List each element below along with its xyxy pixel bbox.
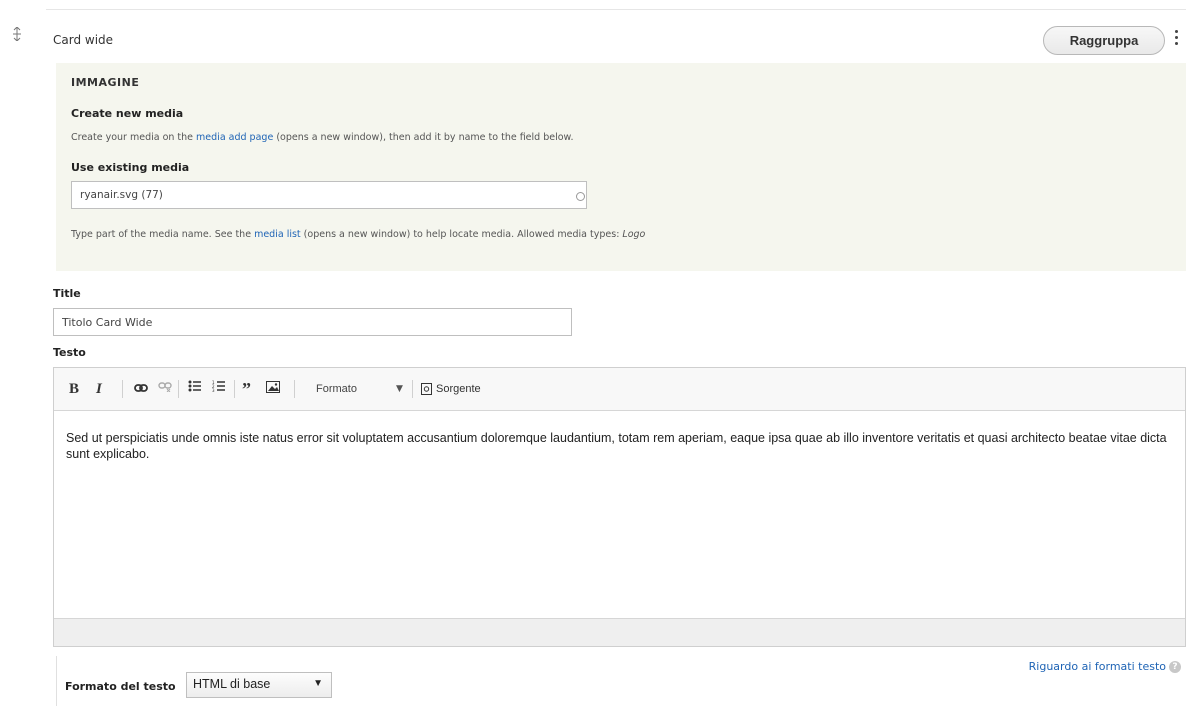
chevron-down-icon: ▼ (313, 678, 323, 689)
title-field-label: Title (53, 287, 81, 300)
more-actions-icon[interactable] (1172, 28, 1180, 50)
image-icon[interactable] (266, 381, 280, 399)
media-help-prefix: Type part of the media name. See the (71, 229, 255, 240)
text-format-help[interactable]: Riguardo ai formati testo ? (1029, 660, 1181, 673)
create-desc-suffix: (opens a new window), then add it by nam… (273, 132, 574, 143)
top-divider (46, 9, 1186, 10)
media-heading: IMMAGINE (71, 76, 140, 89)
text-format-label: Formato del testo (65, 680, 176, 693)
toolbar-separator (294, 380, 295, 398)
use-existing-media-title: Use existing media (71, 161, 190, 174)
media-autocomplete-input[interactable] (71, 181, 587, 209)
drag-handle-icon[interactable] (13, 26, 21, 45)
bulleted-list-icon[interactable] (188, 380, 202, 398)
toolbar-separator (234, 380, 235, 398)
editor-toolbar: B I 123 ” Formato ▼ Sorgente (54, 368, 1185, 411)
editor-content[interactable]: Sed ut perspiciatis unde omnis iste natu… (66, 430, 1179, 462)
create-media-title: Create new media (71, 107, 184, 120)
allowed-media-type: Logo (622, 229, 646, 240)
toolbar-separator (412, 380, 413, 398)
source-label: Sorgente (436, 383, 481, 395)
media-help-text: Type part of the media name. See the med… (71, 229, 645, 240)
text-format-help-link[interactable]: Riguardo ai formati testo (1029, 660, 1166, 673)
unlink-icon[interactable] (158, 380, 172, 398)
toolbar-separator (178, 380, 179, 398)
rich-text-editor: B I 123 ” Formato ▼ Sorgente Sed ut pers… (53, 367, 1186, 647)
toolbar-separator (122, 380, 123, 398)
italic-icon[interactable]: I (96, 380, 102, 398)
media-help-suffix: (opens a new window) to help locate medi… (300, 229, 623, 240)
source-icon (421, 383, 432, 395)
testo-field-label: Testo (53, 346, 86, 358)
media-add-page-link[interactable]: media add page (196, 132, 273, 143)
svg-text:3: 3 (212, 388, 215, 392)
create-media-description: Create your media on the media add page … (71, 132, 573, 143)
paragraph-type-label: Card wide (53, 33, 114, 47)
media-list-link[interactable]: media list (254, 229, 301, 240)
chevron-down-icon[interactable]: ▼ (396, 380, 403, 398)
format-dropdown[interactable]: Formato (316, 380, 357, 398)
group-button[interactable]: Raggruppa (1043, 26, 1165, 55)
media-widget: IMMAGINE Create new media Create your me… (56, 63, 1186, 271)
autocomplete-throbber-icon (576, 192, 585, 201)
bold-icon[interactable]: B (69, 380, 79, 398)
source-button[interactable]: Sorgente (421, 380, 481, 398)
title-input[interactable] (53, 308, 572, 336)
text-format-selected: HTML di base (193, 677, 271, 691)
editor-statusbar (54, 618, 1185, 646)
link-icon[interactable] (134, 380, 148, 398)
text-format-wrapper: Formato del testo HTML di base ▼ Riguard… (56, 656, 1186, 706)
numbered-list-icon[interactable]: 123 (212, 380, 226, 398)
help-icon: ? (1169, 660, 1181, 673)
text-format-select[interactable]: HTML di base ▼ (186, 672, 332, 698)
create-desc-prefix: Create your media on the (71, 132, 197, 143)
blockquote-icon[interactable]: ” (242, 380, 251, 398)
